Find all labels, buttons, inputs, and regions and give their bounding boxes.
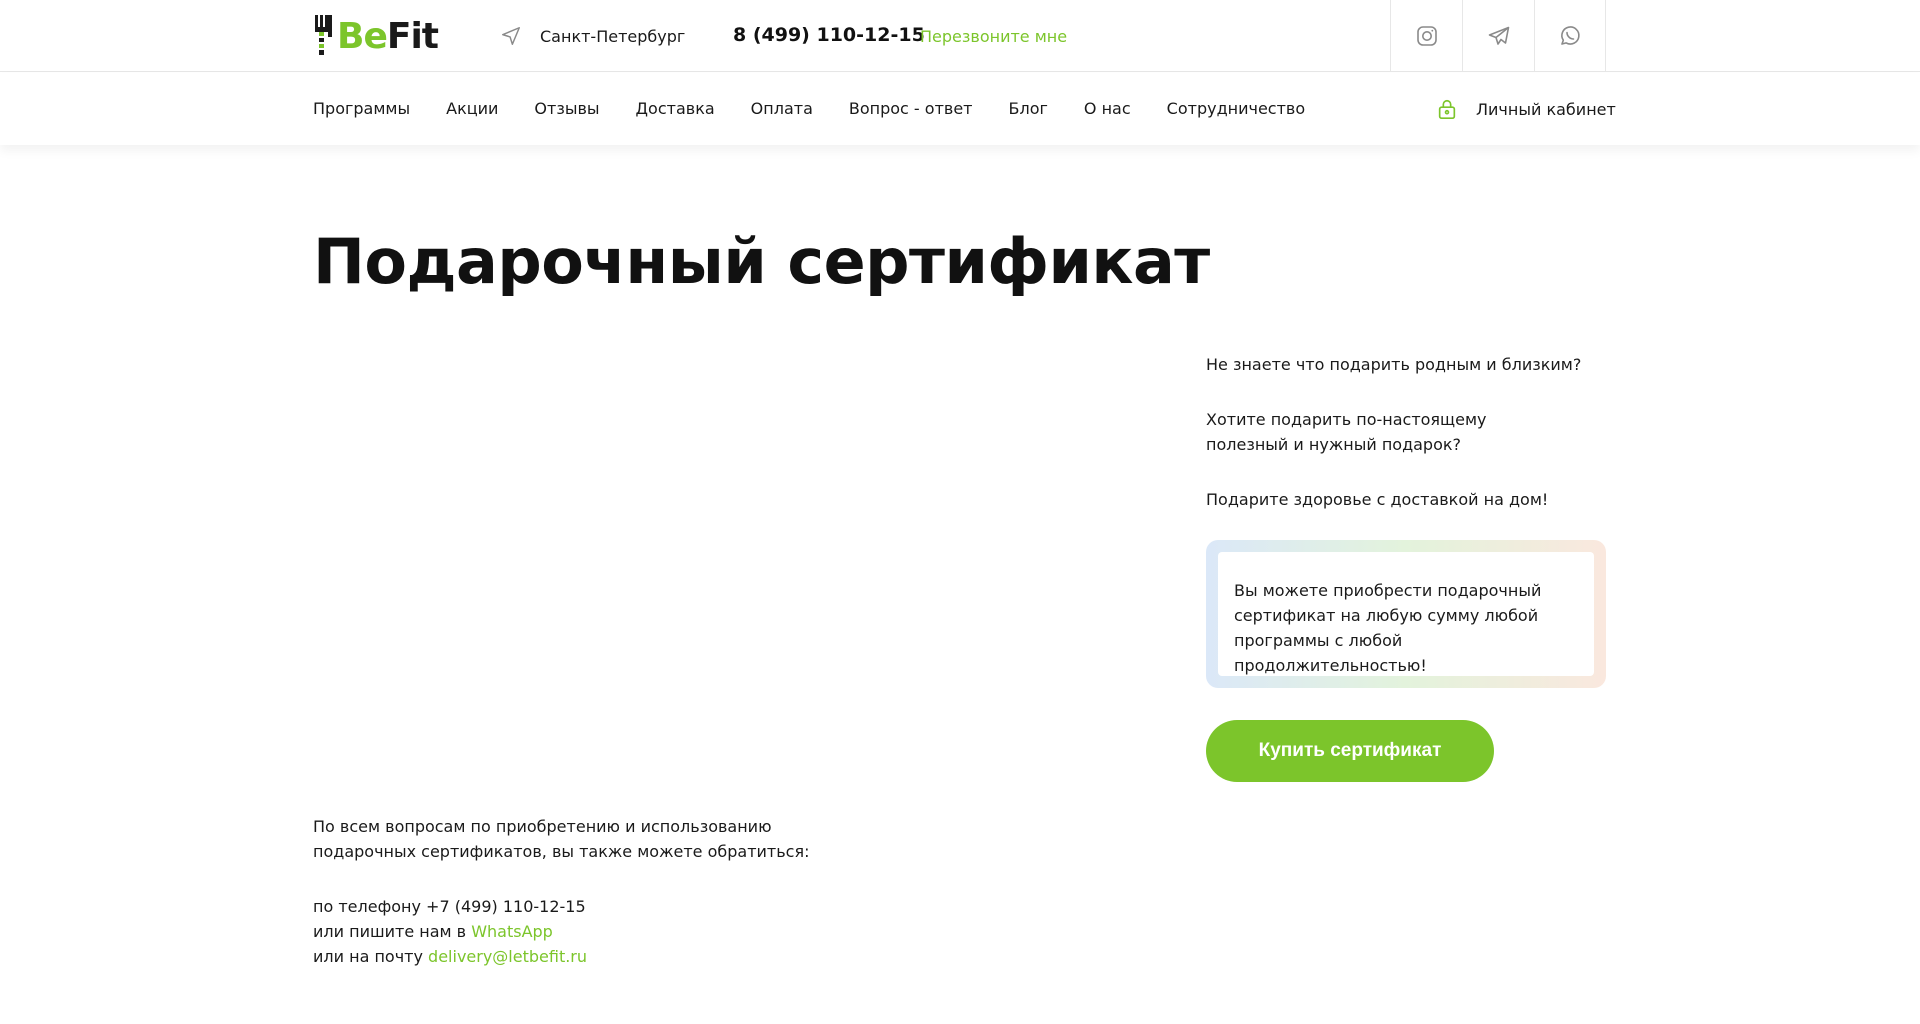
main-nav-bar: Программы Акции Отзывы Доставка Оплата В… [0, 73, 1920, 145]
contacts-whatsapp-line: или пишите нам в WhatsApp [313, 919, 873, 944]
nav-item-promotions[interactable]: Акции [446, 99, 498, 118]
contacts-phone-line: по телефону +7 (499) 110-12-15 [313, 897, 586, 916]
main-nav: Программы Акции Отзывы Доставка Оплата В… [313, 99, 1341, 118]
logo[interactable]: Be Fit [313, 14, 439, 58]
location-arrow-icon [502, 27, 520, 45]
top-bar: Be Fit Санкт-Петербург 8 (499) 110-12-15 … [0, 0, 1920, 72]
contacts-block: По всем вопросам по приобретению и испол… [313, 814, 873, 969]
social-links [1390, 0, 1606, 72]
question-text: Подарите здоровье с доставкой на дом! [1206, 490, 1549, 509]
certificate-note-text: Вы можете приобрести подарочный сертифик… [1234, 581, 1542, 675]
lock-icon [1438, 99, 1456, 119]
callback-link[interactable]: Перезвоните мне [920, 27, 1067, 46]
nav-item-delivery[interactable]: Доставка [636, 99, 715, 118]
whatsapp-icon [1561, 26, 1580, 45]
certificate-info: Не знаете что подарить родным и близким?… [1206, 352, 1606, 542]
question-text: Хотите подарить по-настоящему полезный и… [1206, 410, 1487, 454]
nav-item-blog[interactable]: Блог [1009, 99, 1048, 118]
fork-logo-icon [315, 15, 332, 55]
whatsapp-button[interactable] [1534, 0, 1606, 72]
telegram-button[interactable] [1462, 0, 1534, 72]
certificate-note-box: Вы можете приобрести подарочный сертифик… [1206, 540, 1606, 688]
logo-fit: Fit [386, 15, 439, 57]
telegram-icon [1488, 26, 1509, 45]
instagram-icon [1416, 26, 1437, 46]
contacts-intro: По всем вопросам по приобретению и испол… [313, 817, 810, 861]
city-selector[interactable]: Санкт-Петербург [500, 25, 685, 47]
nav-item-about[interactable]: О нас [1084, 99, 1131, 118]
certificate-note-inner: Вы можете приобрести подарочный сертифик… [1218, 552, 1594, 676]
page-title: Подарочный сертификат [313, 225, 1210, 298]
email-link[interactable]: delivery@letbefit.ru [428, 947, 587, 966]
nav-item-reviews[interactable]: Отзывы [534, 99, 599, 118]
whatsapp-link[interactable]: WhatsApp [471, 922, 553, 941]
nav-item-programs[interactable]: Программы [313, 99, 410, 118]
question-text: Не знаете что подарить родным и близким? [1206, 355, 1582, 374]
nav-item-partnership[interactable]: Сотрудничество [1167, 99, 1305, 118]
account-label: Личный кабинет [1476, 99, 1616, 119]
city-label: Санкт-Петербург [540, 26, 686, 46]
account-link[interactable]: Личный кабинет [1436, 98, 1616, 120]
whatsapp-prefix: или пишите нам в [313, 922, 472, 941]
logo-be: Be [337, 15, 388, 57]
nav-item-faq[interactable]: Вопрос - ответ [849, 99, 973, 118]
buy-certificate-button[interactable]: Купить сертификат [1206, 720, 1494, 782]
email-prefix: или на почту [313, 947, 429, 966]
header-phone[interactable]: 8 (499) 110-12-15 [733, 24, 925, 46]
instagram-button[interactable] [1390, 0, 1462, 72]
nav-item-payment[interactable]: Оплата [751, 99, 813, 118]
contacts-email-line: или на почту delivery@letbefit.ru [313, 944, 873, 969]
